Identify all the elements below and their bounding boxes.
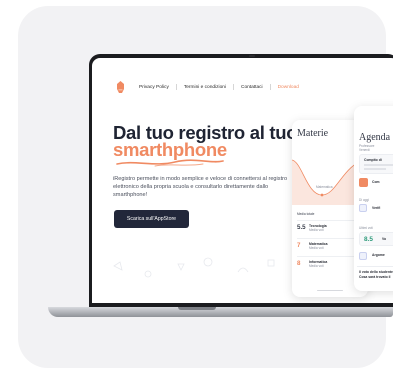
hero-subtitle: iRegistro permette in modo semplice e ve… bbox=[113, 176, 288, 198]
agenda-sub2: Venerdì bbox=[359, 148, 370, 152]
grades-label: Ultimi voti bbox=[359, 226, 373, 230]
chart-subject-label: Matematica bbox=[316, 185, 333, 189]
agenda-card-title: Compito di bbox=[364, 158, 382, 162]
nav-privacy-link[interactable]: Privacy Policy bbox=[139, 84, 177, 90]
underline-squiggle-icon bbox=[116, 159, 224, 167]
nav-contact-link[interactable]: Contattaci bbox=[241, 84, 271, 90]
laptop-base-notch bbox=[178, 307, 216, 310]
footer-line2: Cosa sarà trovato il bbox=[359, 275, 391, 279]
agenda-item-3: Verifi bbox=[372, 206, 381, 210]
subject-sub: Media voti bbox=[309, 227, 324, 232]
subject-name: Tecnologia bbox=[309, 223, 327, 228]
appstore-download-button[interactable]: Scarica sull'AppStore bbox=[114, 210, 189, 228]
subject-sub: Media voti bbox=[309, 263, 324, 268]
decorative-doodles-icon bbox=[113, 257, 275, 278]
subject-grade: 5.5 bbox=[297, 224, 306, 231]
phone-agenda: Agenda Professore Venerdì Compito di Com… bbox=[354, 106, 393, 291]
materie-title: Materie bbox=[297, 128, 329, 139]
edit-icon[interactable] bbox=[359, 178, 368, 187]
text-placeholder bbox=[364, 164, 393, 166]
grade-card[interactable]: 8.5 Vo bbox=[359, 232, 393, 246]
footer-line1: Il voto dello studente bbox=[359, 270, 393, 274]
subject-grade: 8 bbox=[297, 260, 301, 267]
subject-sub: Media voti bbox=[309, 245, 324, 250]
camera-notch bbox=[249, 55, 255, 57]
agenda-card[interactable]: Compito di bbox=[359, 154, 393, 174]
laptop-base bbox=[48, 307, 393, 317]
hero-title: Dal tuo registro al tuo smarthphone bbox=[113, 123, 313, 160]
agenda-item-2: Com bbox=[372, 180, 380, 184]
nav-terms-link[interactable]: Termini e condizioni bbox=[184, 84, 234, 90]
subject-grade: 7 bbox=[297, 242, 301, 249]
today-label: Di oggi bbox=[359, 198, 369, 202]
home-indicator bbox=[317, 289, 343, 291]
navbar: Privacy Policy Termini e condizioni Cont… bbox=[115, 81, 306, 93]
subject-name: Matematica bbox=[309, 241, 328, 246]
agenda-title: Agenda bbox=[359, 132, 391, 143]
nav-download-link[interactable]: Download bbox=[278, 85, 299, 90]
agenda-item-4: Argome bbox=[372, 253, 385, 257]
subject-name: Informatica bbox=[309, 259, 328, 264]
hero-title-accent: smarthphone bbox=[113, 139, 227, 160]
logo-icon[interactable] bbox=[115, 81, 126, 93]
grade-text: Vo bbox=[382, 237, 387, 241]
laptop-screen-bezel: Privacy Policy Termini e condizioni Cont… bbox=[89, 54, 393, 307]
media-totale-label: Media totale bbox=[297, 212, 315, 216]
text-placeholder bbox=[364, 168, 386, 170]
check-icon bbox=[359, 204, 367, 212]
latest-grade: 8.5 bbox=[364, 236, 373, 243]
divider bbox=[357, 266, 393, 267]
book-icon bbox=[359, 252, 367, 260]
website-screen: Privacy Policy Termini e condizioni Cont… bbox=[92, 58, 393, 303]
